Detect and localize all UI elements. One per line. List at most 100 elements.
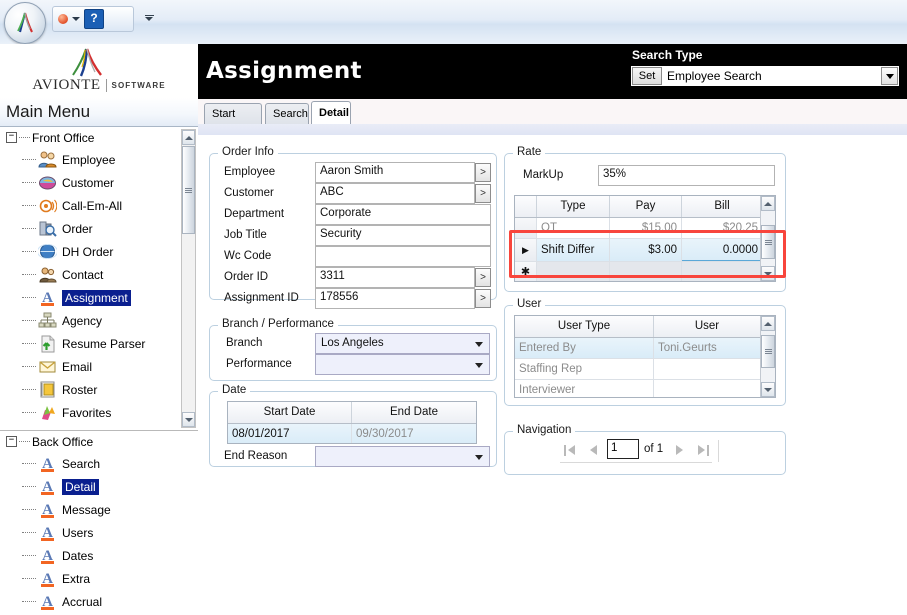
record-dot-icon[interactable]	[58, 14, 68, 24]
table-row[interactable]: ▶ Shift Differ $3.00 0.0000	[515, 239, 775, 262]
sidebar-item-bo-detail[interactable]: A Detail	[0, 475, 198, 498]
row-marker	[515, 218, 537, 238]
tab-start-page[interactable]: Start Page	[204, 103, 262, 140]
envelope-icon	[38, 357, 57, 376]
rate-bill-value[interactable]	[682, 262, 762, 281]
rate-type-value[interactable]: Shift Differ	[537, 239, 610, 261]
order-id-field[interactable]: 3311	[315, 267, 475, 288]
assignment-id-field[interactable]: 178556	[315, 288, 475, 309]
sidebar-item-label: Detail	[62, 478, 99, 495]
sidebar-item-assignment[interactable]: A Assignment	[0, 286, 198, 309]
performance-combo[interactable]	[315, 354, 490, 375]
assignment-id-picker-button[interactable]: >	[475, 289, 491, 308]
scroll-up-button[interactable]	[761, 316, 775, 331]
sidebar-item-customer[interactable]: Customer	[0, 171, 198, 194]
sidebar-item-label: Users	[62, 525, 94, 540]
job-title-field[interactable]: Security	[315, 225, 491, 246]
job-title-label: Job Title	[224, 229, 267, 241]
rate-col-type: Type	[537, 196, 610, 217]
set-button[interactable]: Set	[632, 67, 662, 85]
assignment-id-label: Assignment ID	[224, 292, 299, 304]
rate-type-value[interactable]	[537, 262, 610, 281]
sidebar-item-resume-parser[interactable]: Resume Parser	[0, 332, 198, 355]
search-type-combo[interactable]: Set Employee Search	[630, 65, 900, 87]
sidebar-item-email[interactable]: Email	[0, 355, 198, 378]
next-page-button[interactable]	[671, 442, 687, 458]
scroll-down-button[interactable]	[761, 266, 775, 281]
help-button[interactable]: ?	[84, 9, 104, 29]
table-row[interactable]: Interviewer	[515, 380, 775, 397]
page-number-input[interactable]: 1	[607, 439, 639, 459]
sidebar-item-roster[interactable]: Roster	[0, 378, 198, 401]
rate-pay-value[interactable]: $3.00	[610, 239, 682, 261]
order-id-picker-button[interactable]: >	[475, 268, 491, 287]
letter-a-icon: A	[38, 500, 57, 519]
tab-detail[interactable]: Detail	[311, 101, 351, 124]
sidebar-item-agency[interactable]: Agency	[0, 309, 198, 332]
tree-root-front-office[interactable]: − Front Office	[0, 127, 198, 148]
date-grid[interactable]: Start Date End Date 08/01/2017 09/30/201…	[227, 401, 477, 444]
table-row[interactable]: OT $15.00 $20.25	[515, 218, 775, 239]
scroll-thumb[interactable]	[761, 225, 775, 259]
chevron-down-icon[interactable]	[72, 17, 80, 21]
sidebar-item-bo-extra[interactable]: A Extra	[0, 567, 198, 590]
globe-icon	[37, 242, 58, 261]
customer-field[interactable]: ABC	[315, 183, 475, 204]
sidebar-item-label: Favorites	[62, 405, 112, 420]
sidebar-item-contact[interactable]: Contact	[0, 263, 198, 286]
markup-field[interactable]: 35%	[598, 165, 775, 186]
sidebar-item-bo-users[interactable]: A Users	[0, 521, 198, 544]
rate-pay-value[interactable]	[610, 262, 682, 281]
expander-icon[interactable]: −	[6, 436, 17, 447]
sidebar-item-bo-message[interactable]: A Message	[0, 498, 198, 521]
tree-root-label: Front Office	[32, 130, 95, 145]
employee-picker-button[interactable]: >	[475, 163, 491, 182]
scroll-thumb[interactable]	[761, 335, 775, 368]
sidebar-item-bo-accrual[interactable]: A Accrual	[0, 590, 198, 613]
scroll-down-button[interactable]	[761, 382, 775, 397]
scroll-up-button[interactable]	[182, 130, 195, 145]
tab-search[interactable]: Search	[265, 103, 309, 124]
tree-scrollbar[interactable]	[181, 129, 196, 428]
wc-code-field[interactable]	[315, 246, 491, 267]
rate-bill-input[interactable]: 0.0000	[682, 239, 762, 261]
rate-grid-scrollbar[interactable]	[760, 196, 775, 281]
app-menu-orb-button[interactable]	[4, 2, 46, 44]
table-row[interactable]: Staffing Rep	[515, 359, 775, 380]
employee-field[interactable]: Aaron Smith	[315, 162, 475, 183]
rate-grid[interactable]: Type Pay Bill OT $15.00 $20.25 ▶ Shift D…	[514, 195, 776, 282]
user-grid-scrollbar[interactable]	[760, 316, 775, 397]
letter-a-icon: A	[38, 477, 57, 496]
tree-root-label: Back Office	[32, 434, 94, 449]
department-field[interactable]: Corporate	[315, 204, 491, 225]
sidebar-item-label: DH Order	[62, 244, 114, 259]
end-reason-combo[interactable]	[315, 446, 490, 467]
user-grid[interactable]: User Type User Entered By Toni.Geurts St…	[514, 315, 776, 398]
sidebar-item-favorites[interactable]: Favorites	[0, 401, 198, 424]
sidebar-item-order[interactable]: Order	[0, 217, 198, 240]
sidebar-item-bo-search[interactable]: A Search	[0, 452, 198, 475]
user-group: User User Type User Entered By Toni.Geur…	[504, 298, 786, 406]
document-upload-icon	[38, 334, 57, 353]
customer-picker-button[interactable]: >	[475, 184, 491, 203]
scroll-up-button[interactable]	[761, 196, 775, 211]
table-row[interactable]: Entered By Toni.Geurts	[515, 338, 775, 359]
sidebar-item-dh-order[interactable]: DH Order	[0, 240, 198, 263]
sidebar-item-call-em-all[interactable]: Call-Em-All	[0, 194, 198, 217]
tree-root-back-office[interactable]: − Back Office	[0, 431, 198, 452]
branch-combo[interactable]: Los Angeles	[315, 333, 490, 354]
search-type-dropdown-arrow-icon[interactable]	[881, 67, 898, 85]
customize-toolbar-icon[interactable]	[142, 11, 156, 25]
scroll-down-button[interactable]	[182, 412, 195, 427]
expander-icon[interactable]: −	[6, 132, 17, 143]
previous-page-button[interactable]	[585, 442, 601, 458]
new-row[interactable]: ✱	[515, 262, 775, 281]
scroll-thumb[interactable]	[182, 146, 195, 234]
table-row[interactable]: 08/01/2017 09/30/2017	[228, 424, 476, 443]
first-page-button[interactable]	[560, 442, 578, 458]
sidebar-item-label: Employee	[62, 152, 116, 167]
sidebar-item-bo-dates[interactable]: A Dates	[0, 544, 198, 567]
sidebar-item-employee[interactable]: Employee	[0, 148, 198, 171]
sidebar-item-label: Agency	[62, 313, 103, 328]
last-page-button[interactable]	[694, 442, 712, 458]
